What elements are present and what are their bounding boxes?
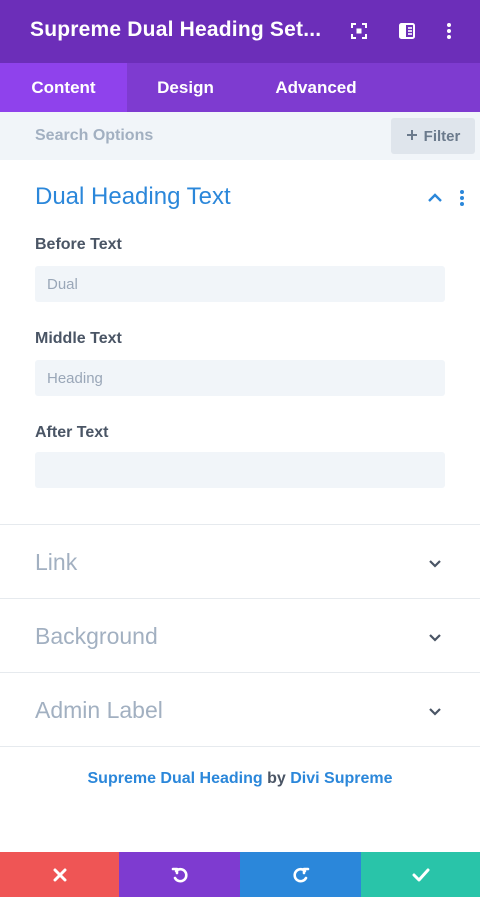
tab-design[interactable]: Design	[127, 63, 244, 112]
redo-button[interactable]	[240, 852, 361, 897]
module-link[interactable]: Supreme Dual Heading	[88, 770, 263, 787]
tab-bar: Content Design Advanced	[0, 63, 480, 112]
chevron-down-icon[interactable]	[426, 703, 444, 721]
divider	[0, 524, 480, 525]
redo-icon	[292, 867, 309, 882]
filter-label: Filter	[423, 127, 461, 145]
before-text-field[interactable]: Dual	[35, 266, 445, 302]
group-more-icon[interactable]	[459, 189, 465, 207]
more-vertical-icon[interactable]	[437, 19, 461, 43]
settings-header: Supreme Dual Heading Set...	[0, 0, 480, 63]
middle-text-field[interactable]: Heading	[35, 360, 445, 396]
author-link[interactable]: Divi Supreme	[290, 770, 392, 787]
middle-text-label: Middle Text	[35, 330, 122, 347]
group-title-dual-heading-text[interactable]: Dual Heading Text	[35, 183, 231, 211]
panel-title: Supreme Dual Heading Set...	[30, 18, 322, 41]
before-text-label: Before Text	[35, 236, 122, 253]
discard-button[interactable]	[0, 852, 119, 897]
check-icon	[412, 868, 429, 881]
search-input[interactable]: Search Options	[35, 127, 153, 145]
chevron-down-icon[interactable]	[426, 555, 444, 573]
after-text-label: After Text	[35, 424, 109, 441]
group-title-link[interactable]: Link	[35, 549, 77, 576]
close-icon	[53, 868, 66, 881]
tab-content[interactable]: Content	[0, 63, 127, 112]
chevron-down-icon[interactable]	[426, 629, 444, 647]
divider	[0, 746, 480, 747]
after-text-field[interactable]	[35, 452, 445, 488]
tab-advanced[interactable]: Advanced	[244, 63, 388, 112]
chevron-up-icon[interactable]	[427, 192, 443, 204]
save-button[interactable]	[361, 852, 480, 897]
divider	[0, 598, 480, 599]
filter-button[interactable]: Filter	[391, 118, 475, 154]
expand-icon[interactable]	[347, 19, 371, 43]
module-credit: Supreme Dual Heading by Divi Supreme	[0, 770, 480, 788]
divider	[0, 672, 480, 673]
action-bar	[0, 852, 480, 897]
credit-by: by	[267, 770, 286, 787]
plus-icon	[406, 128, 418, 145]
group-title-admin-label[interactable]: Admin Label	[35, 697, 163, 724]
group-title-background[interactable]: Background	[35, 623, 158, 650]
sidebar-icon[interactable]	[395, 19, 419, 43]
undo-icon	[171, 867, 188, 882]
undo-button[interactable]	[119, 852, 240, 897]
